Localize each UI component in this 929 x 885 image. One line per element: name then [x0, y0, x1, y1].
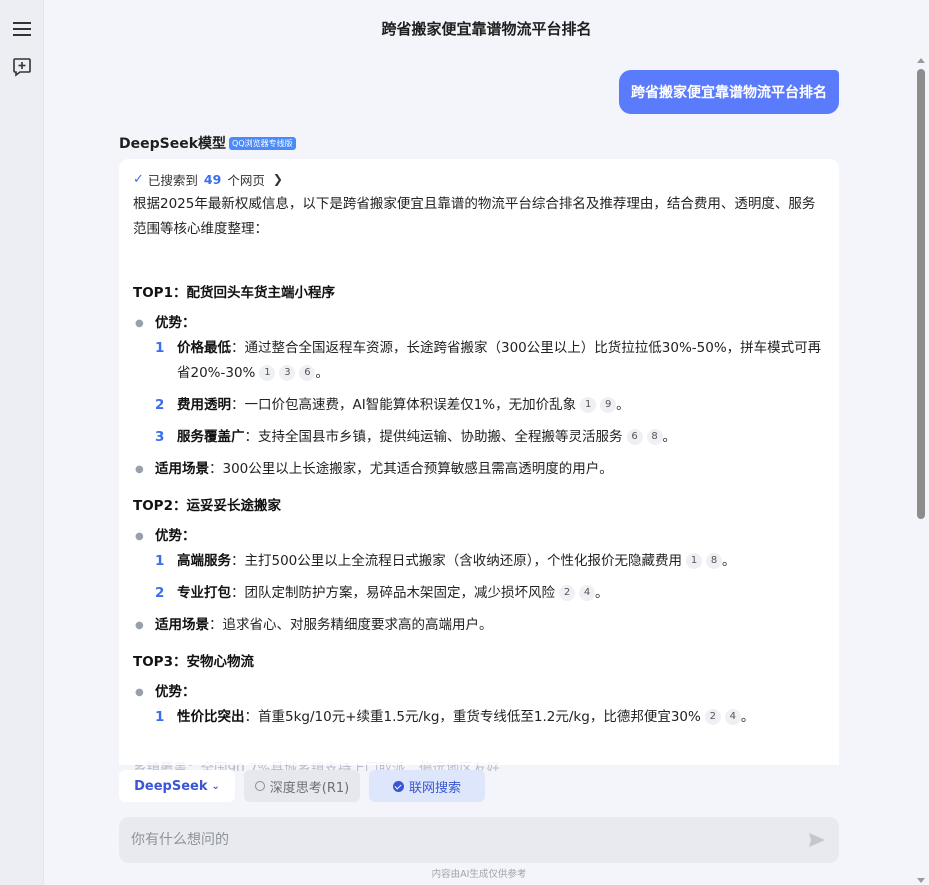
model-badge: QQ浏览器专线版	[229, 136, 296, 150]
section-title: TOP3：安物心物流	[133, 654, 254, 670]
scroll-thumb[interactable]	[917, 69, 925, 519]
sidebar	[0, 0, 44, 885]
answer-card: ✓ 已搜索到 49 个网页 ❯ 根据2025年最新权威信息，以下是跨省搬家便宜且…	[119, 159, 839, 765]
chevron-down-icon: ⌄	[211, 780, 220, 792]
web-search-toggle[interactable]: 联网搜索	[369, 770, 485, 802]
intro-text: 根据2025年最新权威信息，以下是跨省搬家便宜且靠谱的物流平台综合排名及推荐理由…	[133, 196, 816, 237]
chevron-right-icon: ❯	[272, 172, 283, 186]
list-item: ● 适用场景：300公里以上长途搬家，尤其适合预算敏感且需高透明度的用户。	[135, 461, 613, 477]
check-circle-icon	[392, 780, 404, 792]
user-message: 跨省搬家便宜靠谱物流平台排名	[619, 70, 839, 114]
deep-think-toggle[interactable]: 深度思考(R1)	[244, 770, 360, 802]
menu-icon[interactable]	[11, 18, 33, 40]
citation[interactable]: 9	[600, 397, 617, 413]
citation[interactable]: 8	[706, 553, 723, 569]
citation[interactable]: 1	[580, 397, 597, 413]
search-results-toggle[interactable]: ✓ 已搜索到 49 个网页 ❯	[133, 171, 825, 188]
mode-controls: DeepSeek ⌄ 深度思考(R1) 联网搜索	[119, 770, 485, 802]
citation[interactable]: 4	[579, 585, 595, 601]
model-label: DeepSeek模型 QQ浏览器专线版	[119, 133, 296, 153]
list-item: 1 价格最低：通过整合全国返程车资源，长途跨省搬家（300公里以上）比货拉拉低30…	[155, 340, 822, 381]
radio-icon	[254, 781, 265, 791]
citation[interactable]: 4	[724, 709, 741, 725]
disclaimer: 内容由AI生成仅供参考	[431, 869, 527, 880]
citation[interactable]: 2	[704, 709, 721, 725]
content-fade	[119, 735, 839, 765]
scrollbar[interactable]	[915, 56, 927, 885]
search-count: 49	[203, 171, 222, 187]
send-icon[interactable]	[807, 830, 827, 850]
search-prefix: 已搜索到	[147, 172, 198, 188]
new-chat-icon[interactable]	[11, 56, 33, 78]
list-item: 1 高端服务：主打500公里以上全流程日式搬家（含收纳还原），个性化报价无隐藏费用…	[155, 553, 736, 569]
list-item: 3 服务覆盖广：支持全国县市乡镇，提供纯运输、协助搬、全程搬等灵活服务 6 8。	[155, 429, 676, 445]
model-name: DeepSeek模型	[119, 136, 227, 152]
chat-input[interactable]	[131, 832, 807, 848]
search-suffix: 个网页	[227, 172, 265, 188]
citation[interactable]: 6	[299, 365, 316, 381]
list-item: ● 优势：	[135, 528, 196, 544]
list-item: ● 优势：	[135, 684, 196, 700]
section-title: TOP2：运妥妥长途搬家	[133, 498, 281, 514]
header: 跨省搬家便宜靠谱物流平台排名	[44, 0, 929, 56]
citation[interactable]: 1	[259, 365, 276, 381]
list-item: ● 适用场景：追求省心、对服务精细度要求高的高端用户。	[135, 617, 493, 633]
list-item: 2 专业打包：团队定制防护方案，易碎品木架固定，减少损坏风险 2 4。	[155, 585, 609, 601]
list-item: 1 性价比突出：首重5kg/10元+续重1.5元/kg，重货专线低至1.2元/kg…	[155, 709, 755, 725]
scroll-down-icon[interactable]	[917, 878, 925, 883]
citation[interactable]: 1	[686, 553, 703, 569]
citation[interactable]: 3	[279, 365, 296, 381]
citation[interactable]: 6	[626, 429, 643, 445]
chat-input-box	[119, 817, 839, 863]
model-select-button[interactable]: DeepSeek ⌄	[119, 770, 235, 802]
scroll-up-icon[interactable]	[917, 58, 925, 63]
check-icon: ✓	[133, 171, 144, 187]
citation[interactable]: 8	[646, 429, 663, 445]
citation[interactable]: 2	[559, 585, 575, 601]
list-item: ● 优势：	[135, 315, 196, 331]
list-item: 2 费用透明：一口价包高速费，AI智能算体积误差仅1%，无加价乱象 1 9。	[155, 397, 630, 413]
page-title: 跨省搬家便宜靠谱物流平台排名	[381, 19, 592, 38]
section-title: TOP1：配货回头车货主端小程序	[133, 285, 335, 301]
